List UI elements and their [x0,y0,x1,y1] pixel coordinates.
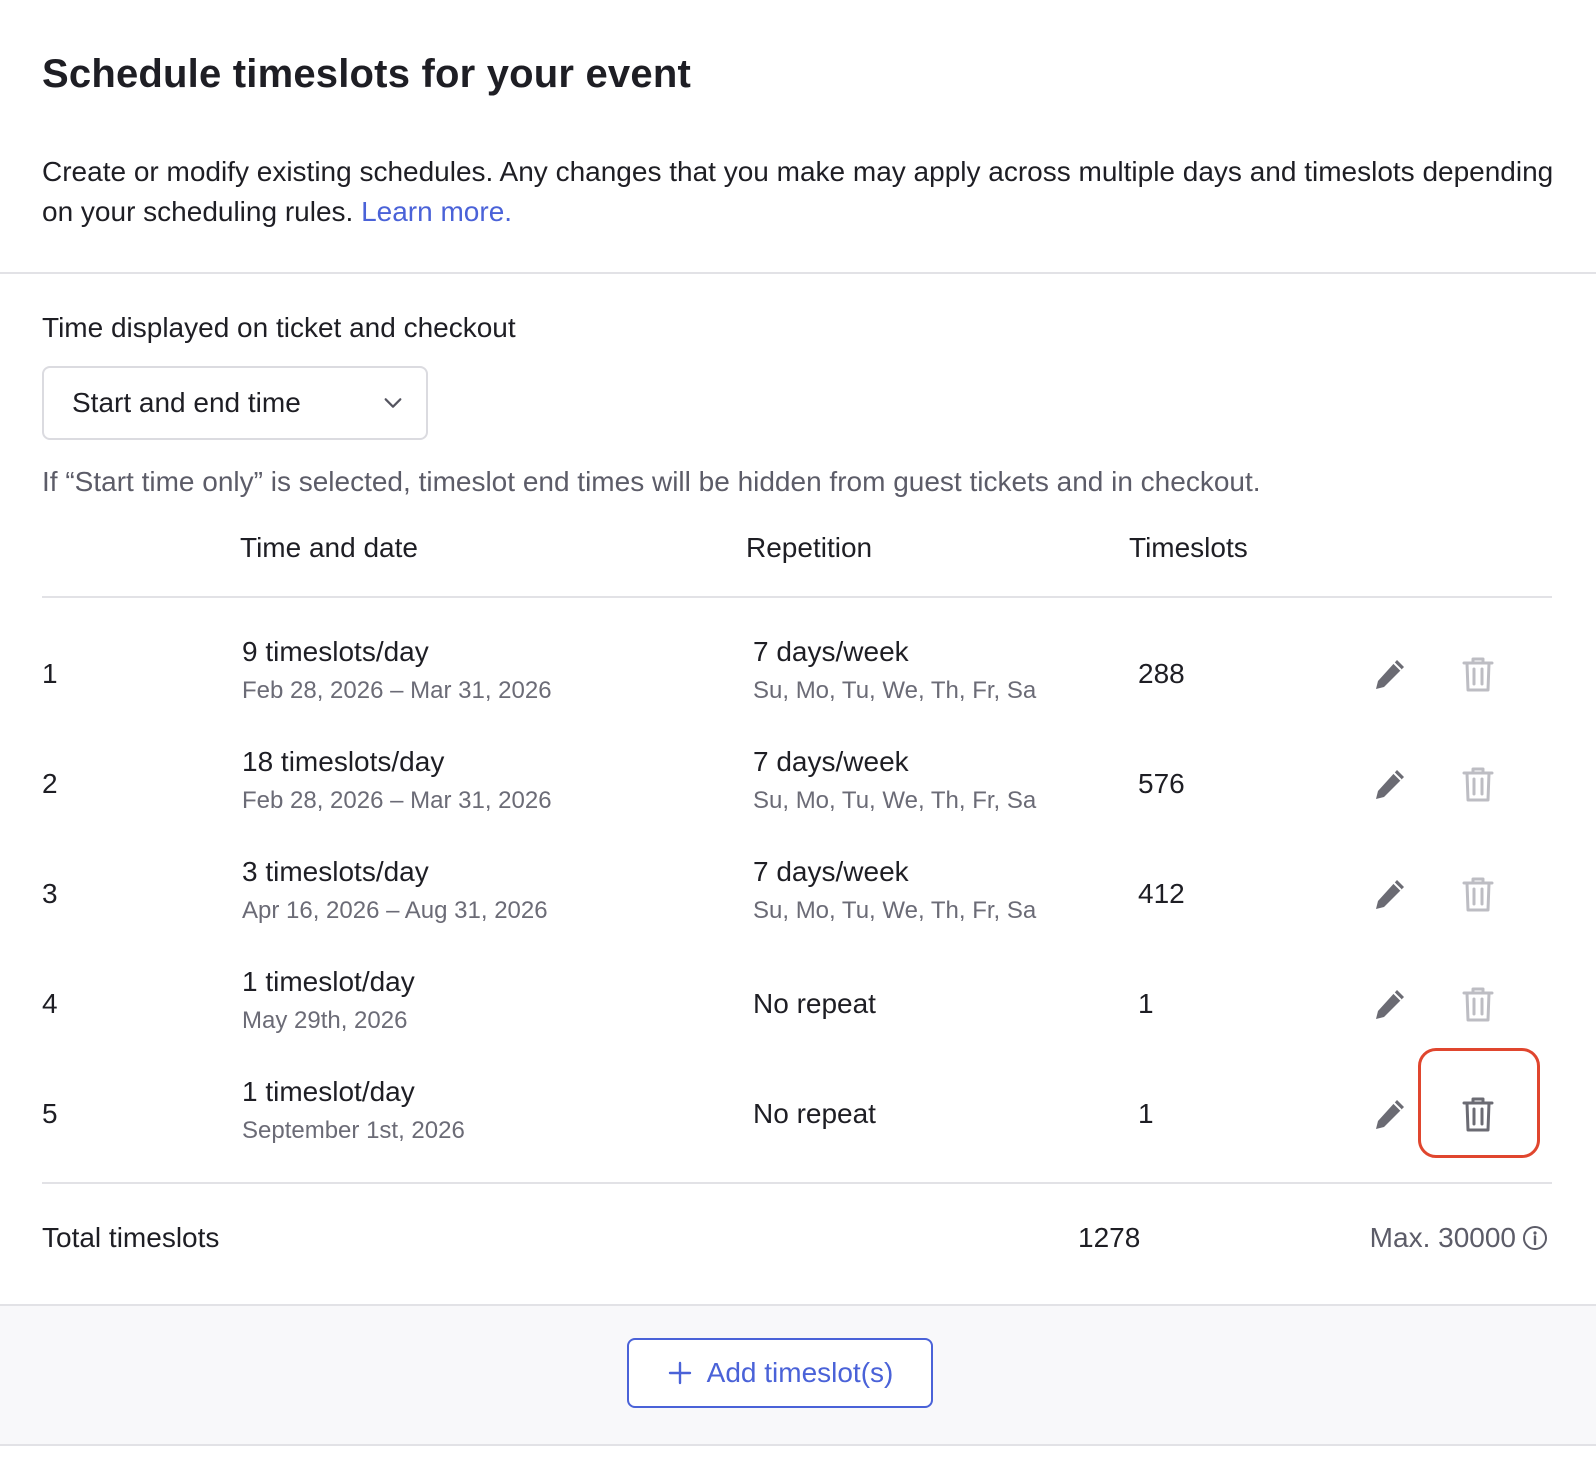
trash-icon [1462,657,1494,692]
row-repetition-text: 7 days/week [753,856,909,887]
row-index: 3 [42,878,58,909]
row-timeslot-count: 1 [1138,1098,1154,1129]
column-header-repetition: Repetition [746,532,873,563]
row-per-day: 18 timeslots/day [242,746,445,777]
table-row: 1 9 timeslots/day Feb 28, 2026 – Mar 31,… [42,618,1552,728]
pencil-icon [1376,660,1404,689]
edit-schedule-button[interactable] [1366,650,1414,698]
footer-bar: Add timeslot(s) [0,1304,1596,1446]
row-repetition-text: 7 days/week [753,636,909,667]
pencil-icon [1376,770,1404,799]
display-time-label: Time displayed on ticket and checkout [42,312,516,343]
row-index: 1 [42,658,58,689]
row-per-day: 3 timeslots/day [242,856,429,887]
page-header: Schedule timeslots for your event Create… [0,0,1596,274]
row-dates: Feb 28, 2026 – Mar 31, 2026 [242,677,552,704]
row-repetition-text: 7 days/week [753,746,909,777]
trash-icon [1462,877,1494,912]
info-icon[interactable] [1522,1225,1548,1251]
row-repetition: 7 days/week Su, Mo, Tu, We, Th, Fr, Sa [753,852,1036,930]
schedule-page: Schedule timeslots for your event Create… [0,0,1596,1482]
table-row: 2 18 timeslots/day Feb 28, 2026 – Mar 31… [42,728,1552,838]
row-repetition: 7 days/week Su, Mo, Tu, We, Th, Fr, Sa [753,632,1036,710]
add-timeslots-button[interactable]: Add timeslot(s) [627,1338,933,1408]
edit-schedule-button[interactable] [1366,1090,1414,1138]
trash-icon [1462,987,1494,1022]
row-per-day: 1 timeslot/day [242,1076,415,1107]
pencil-icon [1376,880,1404,909]
delete-schedule-button[interactable] [1454,1090,1502,1138]
delete-schedule-button[interactable] [1454,870,1502,918]
row-repetition-days: Su, Mo, Tu, We, Th, Fr, Sa [753,897,1037,924]
table-row: 3 3 timeslots/day Apr 16, 2026 – Aug 31,… [42,838,1552,948]
row-repetition: 7 days/week Su, Mo, Tu, We, Th, Fr, Sa [753,742,1036,820]
row-repetition-days: Su, Mo, Tu, We, Th, Fr, Sa [753,677,1037,704]
row-dates: Apr 16, 2026 – Aug 31, 2026 [242,897,548,924]
trash-icon [1462,1097,1494,1132]
table-row: 4 1 timeslot/day May 29th, 2026 No repea… [42,948,1552,1058]
row-timeslot-count: 288 [1138,658,1185,689]
display-time-section: Time displayed on ticket and checkout St… [0,274,1596,502]
display-time-selected-value: Start and end time [72,387,301,418]
add-timeslots-label: Add timeslot(s) [706,1357,894,1388]
row-timeslot-count: 1 [1138,988,1154,1019]
max-timeslots: Max. 30000 [1370,1218,1548,1258]
intro-description: Create or modify existing schedules. Any… [42,156,1554,227]
pencil-icon [1376,1100,1404,1129]
row-repetition-text: No repeat [753,1098,876,1129]
row-time-and-date: 9 timeslots/day Feb 28, 2026 – Mar 31, 2… [242,632,552,710]
row-dates: Feb 28, 2026 – Mar 31, 2026 [242,787,552,814]
intro-text: Create or modify existing schedules. Any… [42,152,1562,232]
display-time-hint: If “Start time only” is selected, timesl… [42,466,1261,497]
delete-schedule-button[interactable] [1454,980,1502,1028]
row-time-and-date: 1 timeslot/day September 1st, 2026 [242,1072,465,1150]
column-header-timeslots: Timeslots [1129,532,1248,563]
edit-schedule-button[interactable] [1366,760,1414,808]
edit-schedule-button[interactable] [1366,980,1414,1028]
pencil-icon [1376,990,1404,1019]
row-repetition-days: Su, Mo, Tu, We, Th, Fr, Sa [753,787,1037,814]
display-time-select[interactable]: Start and end time [42,366,428,440]
row-per-day: 1 timeslot/day [242,966,415,997]
delete-schedule-button[interactable] [1454,760,1502,808]
row-dates: May 29th, 2026 [242,1007,408,1034]
total-timeslots-value: 1278 [1078,1222,1141,1253]
edit-schedule-button[interactable] [1366,870,1414,918]
plus-icon [668,1361,691,1385]
learn-more-link[interactable]: Learn more. [361,196,512,227]
table-header: Time and date Repetition Timeslots [42,510,1552,598]
trash-icon [1462,767,1494,802]
row-time-and-date: 1 timeslot/day May 29th, 2026 [242,962,415,1040]
column-header-time-and-date: Time and date [240,532,418,563]
row-dates: September 1st, 2026 [242,1117,465,1144]
row-time-and-date: 18 timeslots/day Feb 28, 2026 – Mar 31, … [242,742,552,820]
row-timeslot-count: 412 [1138,878,1185,909]
row-index: 2 [42,768,58,799]
row-timeslot-count: 576 [1138,768,1185,799]
total-timeslots-label: Total timeslots [42,1222,220,1253]
schedules-table: Time and date Repetition Timeslots 1 9 t… [42,510,1552,1290]
total-timeslots-row: Total timeslots 1278 Max. 30000 [42,1184,1552,1290]
table-body: 1 9 timeslots/day Feb 28, 2026 – Mar 31,… [42,598,1552,1184]
row-repetition-text: No repeat [753,988,876,1019]
chevron-down-icon [384,398,402,408]
row-index: 5 [42,1098,58,1129]
delete-schedule-button[interactable] [1454,650,1502,698]
row-time-and-date: 3 timeslots/day Apr 16, 2026 – Aug 31, 2… [242,852,548,930]
page-title: Schedule timeslots for your event [42,52,691,96]
row-per-day: 9 timeslots/day [242,636,429,667]
row-index: 4 [42,988,58,1019]
table-row: 5 1 timeslot/day September 1st, 2026 No … [42,1058,1552,1168]
max-timeslots-text: Max. 30000 [1369,1222,1516,1253]
